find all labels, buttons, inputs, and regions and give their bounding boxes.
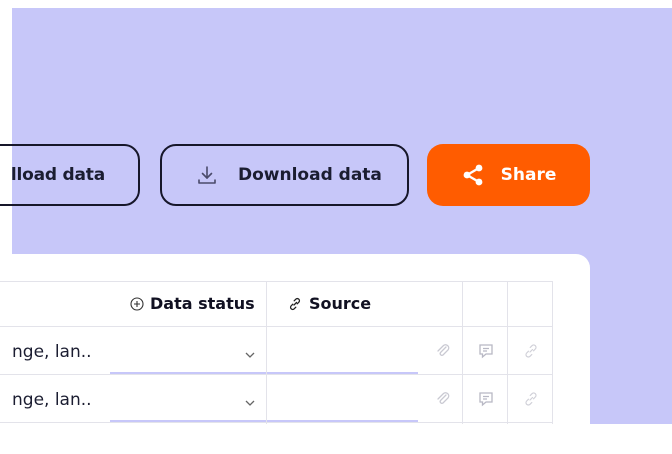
column-header-source[interactable]: Source: [287, 294, 371, 313]
link-icon[interactable]: [522, 342, 540, 360]
share-icon: [461, 163, 485, 187]
chevron-down-icon[interactable]: [243, 396, 257, 410]
table-column-divider: [266, 281, 267, 424]
column-header-data-status[interactable]: Data status: [130, 294, 255, 313]
status-icon: [130, 296, 144, 311]
table-column-divider: [552, 281, 553, 424]
share-label: Share: [500, 165, 557, 185]
link-icon: [287, 296, 303, 312]
status-select-underline: [110, 372, 266, 374]
link-icon[interactable]: [522, 390, 540, 408]
table-cell-range: nge, lan..: [12, 342, 92, 362]
source-input-underline: [267, 372, 418, 374]
upload-data-button[interactable]: lload data: [0, 144, 140, 206]
download-data-button[interactable]: Download data: [160, 144, 409, 206]
comment-icon[interactable]: [477, 342, 495, 360]
attachment-icon[interactable]: [434, 342, 452, 360]
download-data-label: Download data: [238, 165, 382, 185]
data-status-header-label: Data status: [150, 294, 255, 313]
download-icon: [196, 164, 218, 186]
table-row-divider: [0, 374, 552, 375]
status-select-underline: [110, 420, 266, 422]
table-column-divider: [507, 281, 508, 424]
table-column-divider: [462, 281, 463, 424]
comment-icon[interactable]: [477, 390, 495, 408]
chevron-down-icon[interactable]: [243, 348, 257, 362]
table-header-divider: [0, 326, 552, 327]
table-top-border: [0, 281, 552, 282]
source-input-underline: [267, 420, 418, 422]
attachment-icon[interactable]: [434, 390, 452, 408]
table-row-divider: [0, 422, 552, 423]
source-header-label: Source: [309, 294, 372, 313]
share-button[interactable]: Share: [427, 144, 590, 206]
upload-data-label: lload data: [10, 165, 105, 185]
table-cell-range: nge, lan..: [12, 390, 92, 410]
